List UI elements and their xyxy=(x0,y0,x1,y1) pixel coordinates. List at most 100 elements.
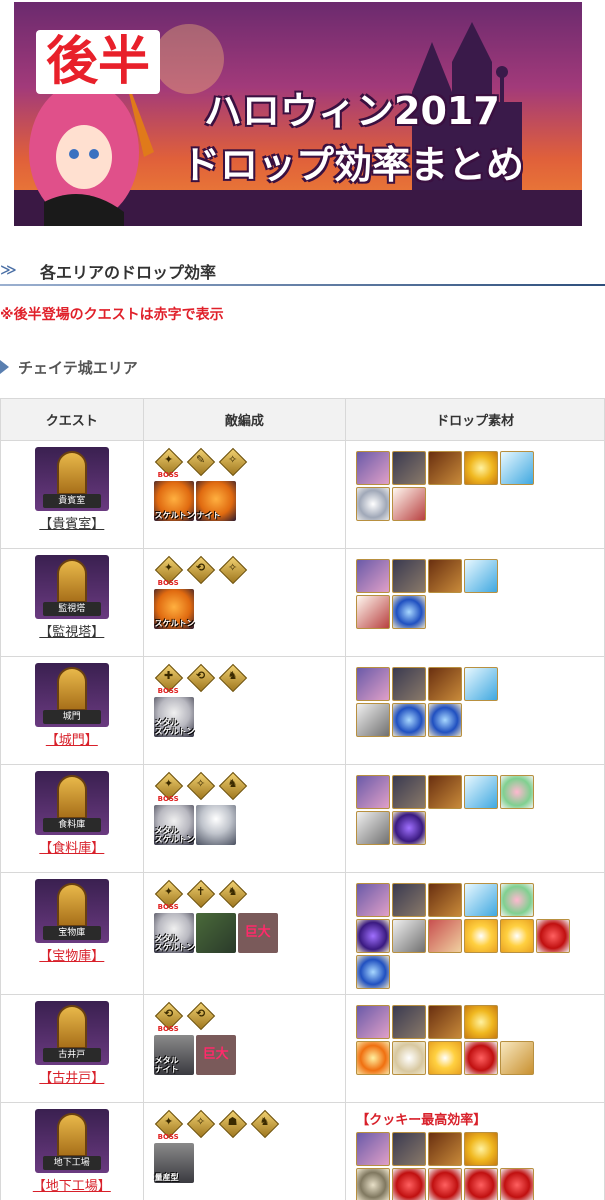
material-icon xyxy=(428,919,463,953)
drop-cell: 【クッキー最高効率】 xyxy=(345,1102,605,1200)
quest-link[interactable]: 【古井戸】 xyxy=(39,1067,104,1086)
enemy-label: スケルトン xyxy=(154,619,195,628)
table-row: 古井戸 【古井戸】 ⟲ BOSS ⟲ メタル ナイト 巨大 xyxy=(0,994,605,1103)
quest-link[interactable]: 【食料庫】 xyxy=(39,837,104,856)
drop-icon-row xyxy=(356,703,604,737)
quest-icon: 食料庫 xyxy=(34,771,109,835)
material-icon xyxy=(428,451,463,485)
class-icon-row: ✦ BOSS ✎ ✧ xyxy=(154,447,346,479)
class-icon: ✚ BOSS xyxy=(154,663,184,695)
material-icon xyxy=(392,1005,427,1039)
boss-label: BOSS xyxy=(157,579,179,587)
enemy-cell: ✦ BOSS ✎ ✧ スケルトン ナイト xyxy=(142,440,347,549)
mob-icon-row: メタル スケルトン 巨大 xyxy=(153,913,346,953)
quest-cell: 宝物庫 【宝物庫】 xyxy=(0,872,144,995)
material-icon xyxy=(428,1005,463,1039)
material-icon xyxy=(428,883,463,917)
quest-cell: 監視塔 【監視塔】 xyxy=(0,548,144,657)
class-symbol: ✦ xyxy=(164,885,174,898)
quest-link[interactable]: 【貴賓室】 xyxy=(39,513,104,532)
enemy-icon: 量産型 xyxy=(153,1143,194,1183)
material-icon xyxy=(392,487,427,521)
quest-plate: 宝物庫 xyxy=(42,926,101,940)
material-icon xyxy=(392,559,427,593)
class-icon: ✧ xyxy=(186,771,216,801)
drop-icon-row xyxy=(356,883,604,917)
quest-link[interactable]: 【城門】 xyxy=(46,729,98,748)
table-header-row: クエスト 敵編成 ドロップ素材 xyxy=(0,398,605,441)
quest-link[interactable]: 【宝物庫】 xyxy=(39,945,104,964)
table-row: 監視塔 【監視塔】 ✦ BOSS ⟲ ✧ スケルトン xyxy=(0,548,605,657)
class-symbol: ⟲ xyxy=(196,1007,206,1020)
material-icon xyxy=(464,559,499,593)
class-icon: ♞ xyxy=(250,1109,280,1139)
material-icon xyxy=(392,703,427,737)
boss-label: BOSS xyxy=(157,795,179,803)
class-icon: ♞ xyxy=(218,663,248,693)
material-icon xyxy=(428,703,463,737)
class-icon: ♞ xyxy=(218,879,248,909)
quest-link[interactable]: 【地下工場】 xyxy=(33,1175,111,1194)
table-row: 食料庫【食料庫】 ✦ BOSS ✧ ♞ メタル スケルトン xyxy=(0,764,605,873)
mob-icon-row: メタル スケルトン xyxy=(153,805,346,845)
material-icon xyxy=(356,703,391,737)
class-icon: ✦ BOSS xyxy=(154,447,184,479)
quest-link[interactable]: 【監視塔】 xyxy=(39,621,104,640)
quest-plate: 食料庫 xyxy=(42,818,101,832)
class-icon: ✧ xyxy=(218,555,248,585)
drop-icon-row xyxy=(356,559,604,593)
banner-title-line2: ドロップ効率まとめ xyxy=(182,143,525,187)
boss-label: BOSS xyxy=(157,471,179,479)
triangle-bullet-icon xyxy=(0,360,9,374)
subsection-heading-text: チェイテ城エリア xyxy=(18,359,138,377)
class-symbol: ☗ xyxy=(227,1115,238,1128)
mob-icon-row: メタル スケルトン xyxy=(153,697,346,737)
material-icon xyxy=(356,667,391,701)
material-icon xyxy=(392,811,427,845)
material-icon xyxy=(356,1005,391,1039)
material-icon xyxy=(464,1132,499,1166)
enemy-icon xyxy=(195,913,236,953)
boss-label: BOSS xyxy=(157,687,179,695)
enemy-cell: ⟲ BOSS ⟲ メタル ナイト 巨大 xyxy=(142,994,347,1103)
class-icon: ⟲ BOSS xyxy=(154,1001,184,1033)
class-symbol: ♞ xyxy=(259,1115,270,1128)
material-icon xyxy=(392,775,427,809)
class-icon: ♞ xyxy=(218,771,248,801)
class-symbol: ✧ xyxy=(196,777,206,790)
material-icon xyxy=(356,1168,391,1200)
enemy-label: メタル ナイト xyxy=(154,1056,179,1074)
boss-label: BOSS xyxy=(157,903,179,911)
class-icon-row: ⟲ BOSS ⟲ xyxy=(154,1001,346,1033)
enemy-icon: メタル スケルトン xyxy=(153,913,195,953)
drop-icon-row xyxy=(356,487,604,521)
quest-cell: 食料庫 【食料庫】 xyxy=(0,764,144,873)
door-icon xyxy=(56,1113,87,1157)
drop-cell xyxy=(345,656,605,765)
material-icon xyxy=(356,883,391,917)
late-quest-note: ※後半登場のクエストは赤字で表示 xyxy=(0,307,224,323)
class-icon: ⟲ xyxy=(186,663,216,693)
quest-plate: 貴賓室 xyxy=(42,494,101,508)
table-row: 城門 【城門】 ✚ BOSS ⟲ ♞ メタル スケルトン xyxy=(0,656,605,765)
material-icon xyxy=(392,883,427,917)
enemy-label: ナイト xyxy=(196,511,221,520)
class-icon: ✧ xyxy=(186,1109,216,1139)
material-icon xyxy=(392,451,427,485)
enemy-cell: ✦ BOSS ✝ ♞ メタル スケルトン 巨大 xyxy=(142,872,347,995)
material-icon xyxy=(464,919,499,953)
quest-icon: 古井戸 xyxy=(34,1001,109,1065)
class-icon-row: ✦ BOSS ✧ ☗ ♞ xyxy=(154,1109,346,1141)
section-heading: ≫ 各エリアのドロップ効率 xyxy=(0,254,605,286)
header-quest: クエスト xyxy=(0,398,144,441)
class-icon: ⟲ xyxy=(186,555,216,585)
enemy-label: スケルトン xyxy=(154,511,195,520)
drop-table: クエスト 敵編成 ドロップ素材 貴賓室 【貴賓室】 ✦ BOSS ✎ ✧ スケルトン ナイト監… xyxy=(0,398,605,1200)
double-chevron-icon: ≫ xyxy=(0,260,17,279)
class-symbol: ✦ xyxy=(164,777,174,790)
quest-cell: 貴賓室 【貴賓室】 xyxy=(0,440,144,549)
enemy-label: 量産型 xyxy=(154,1173,179,1182)
door-icon xyxy=(56,451,87,495)
drop-icon-row xyxy=(356,955,604,989)
material-icon xyxy=(356,955,391,989)
